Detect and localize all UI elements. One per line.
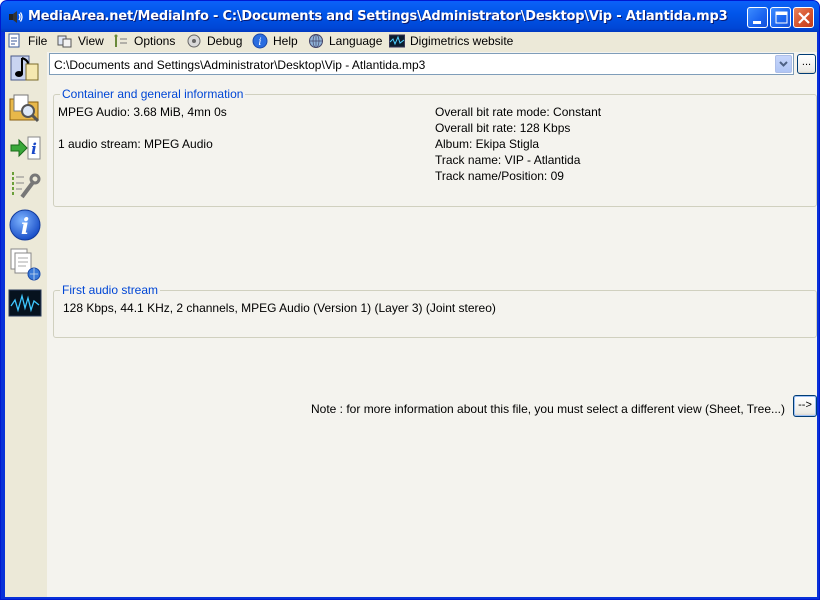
menu-options[interactable]: Options <box>113 33 175 49</box>
export-icon: i <box>10 136 41 160</box>
file-path-value: C:\Documents and Settings\Administrator\… <box>54 58 426 72</box>
audio-stream-summary: 128 Kbps, 44.1 KHz, 2 channels, MPEG Aud… <box>63 301 496 315</box>
app-icon <box>9 11 23 23</box>
open-folder-icon <box>9 94 40 123</box>
app-window: MediaArea.net/MediaInfo - C:\Documents a… <box>0 0 820 600</box>
general-info-title: Container and general information <box>60 87 246 101</box>
preferences-button[interactable] <box>8 169 42 203</box>
general-track-position: Track name/Position: 09 <box>435 169 564 183</box>
web-icon <box>10 248 41 281</box>
svg-text:i: i <box>31 140 37 158</box>
menu-bar: File View Options Debug i Help Language … <box>5 32 817 50</box>
menu-file[interactable]: File <box>7 33 47 49</box>
view-note: Note : for more information about this f… <box>311 402 785 416</box>
file-icon <box>7 33 23 49</box>
about-button[interactable]: i <box>8 208 42 242</box>
open-file-icon <box>10 55 39 81</box>
open-folder-button[interactable] <box>8 91 42 125</box>
digimetrics-button[interactable] <box>8 286 42 320</box>
general-info-group: Container and general information MPEG A… <box>53 87 817 207</box>
debug-icon <box>186 33 202 49</box>
close-icon <box>798 12 810 24</box>
about-icon: i <box>9 209 41 241</box>
web-button[interactable] <box>8 247 42 281</box>
options-icon <box>113 33 129 49</box>
general-format: MPEG Audio: 3.68 MiB, 4mn 0s <box>58 105 227 119</box>
toolbar-sidebar: i i <box>5 52 47 597</box>
chevron-down-icon <box>779 61 788 67</box>
title-bar[interactable]: MediaArea.net/MediaInfo - C:\Documents a… <box>1 1 819 32</box>
globe-icon <box>308 33 324 49</box>
main-panel: C:\Documents and Settings\Administrator\… <box>47 52 817 597</box>
preferences-icon <box>12 172 41 199</box>
export-button[interactable]: i <box>8 130 42 164</box>
svg-text:i: i <box>258 37 261 48</box>
general-bitrate-mode: Overall bit rate mode: Constant <box>435 105 602 119</box>
file-path-combobox[interactable]: C:\Documents and Settings\Administrator\… <box>49 53 794 75</box>
menu-language[interactable]: Language <box>308 33 382 49</box>
maximize-icon <box>775 11 788 24</box>
combobox-dropdown-button[interactable] <box>775 55 792 73</box>
browse-button[interactable]: ... <box>797 54 816 74</box>
menu-help[interactable]: i Help <box>252 33 298 49</box>
window-title: MediaArea.net/MediaInfo - C:\Documents a… <box>28 9 728 24</box>
menu-debug[interactable]: Debug <box>186 33 242 49</box>
help-icon: i <box>252 33 268 49</box>
general-streams: 1 audio stream: MPEG Audio <box>58 137 213 151</box>
view-icon <box>57 33 73 49</box>
minimize-icon <box>753 21 761 24</box>
client-area: File View Options Debug i Help Language … <box>5 32 817 597</box>
audio-stream-group: First audio stream 128 Kbps, 44.1 KHz, 2… <box>53 283 817 338</box>
minimize-button[interactable] <box>747 7 768 28</box>
digimetrics-sidebar-icon <box>8 289 42 317</box>
close-button[interactable] <box>793 7 814 28</box>
general-bitrate: Overall bit rate: 128 Kbps <box>435 121 571 135</box>
general-track-name: Track name: VIP - Atlantida <box>435 153 581 167</box>
maximize-button[interactable] <box>770 7 791 28</box>
menu-view[interactable]: View <box>57 33 104 49</box>
svg-text:i: i <box>21 214 29 240</box>
open-file-button[interactable] <box>8 52 42 86</box>
next-view-button[interactable]: --> <box>793 395 817 417</box>
digimetrics-icon <box>389 33 405 49</box>
menu-website[interactable]: Digimetrics website <box>389 33 513 49</box>
audio-stream-title: First audio stream <box>60 283 161 297</box>
general-album: Album: Ekipa Stigla <box>435 137 540 151</box>
